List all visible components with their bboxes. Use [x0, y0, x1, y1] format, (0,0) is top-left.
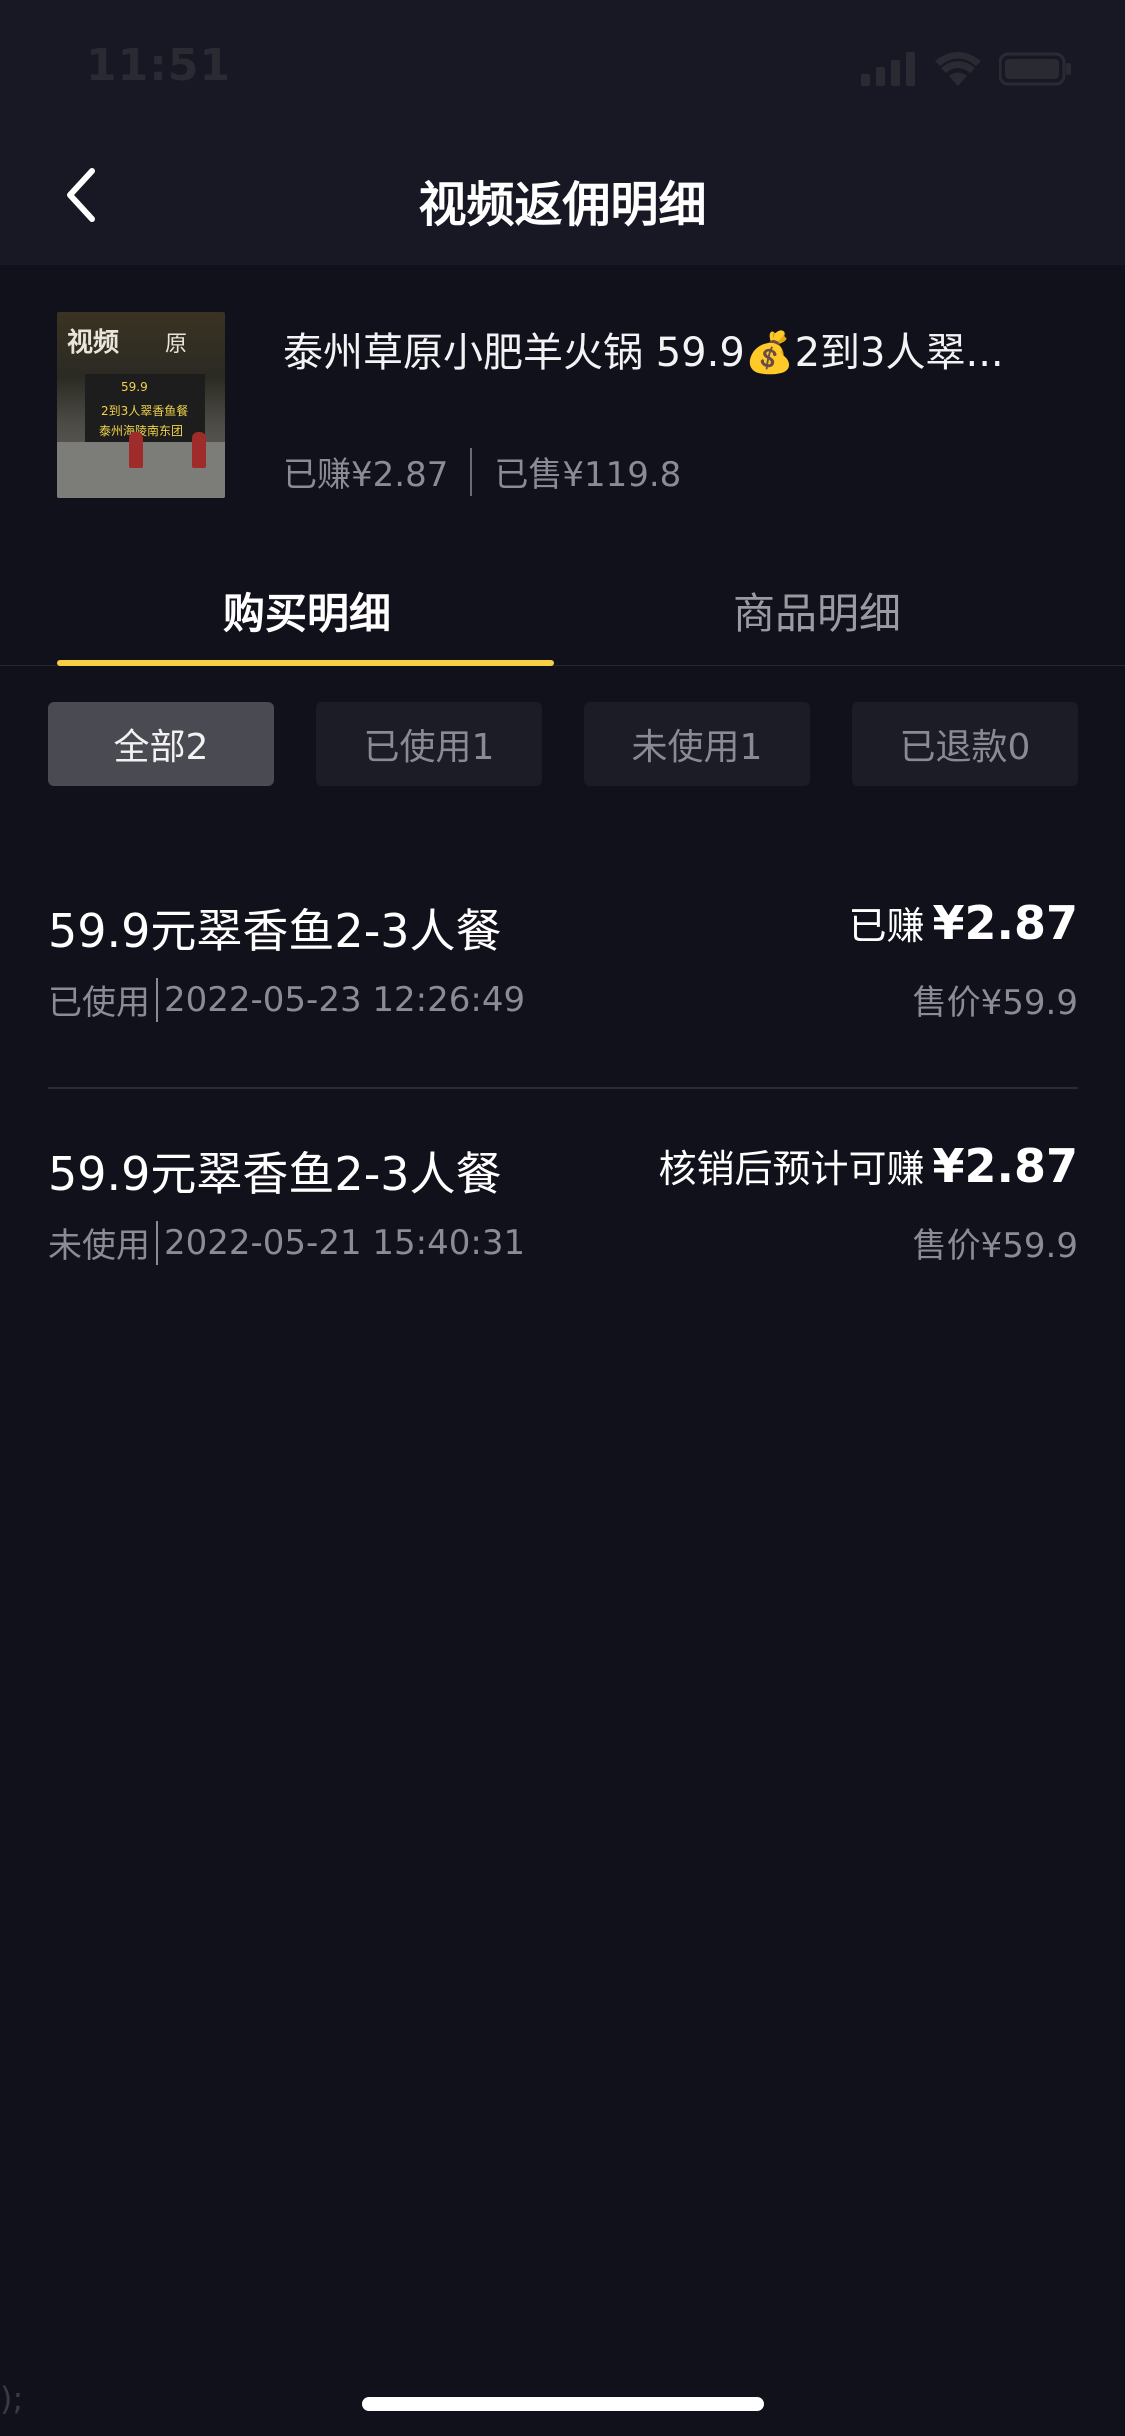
product-thumbnail[interactable]: 视频 原 59.9 2到3人翠香鱼餐 泰州海陵南东团 — [57, 312, 225, 498]
filter-refunded[interactable]: 已退款0 — [852, 702, 1078, 786]
edge-text: ); — [0, 2380, 24, 2418]
order-status: 未使用 — [48, 1226, 150, 1266]
thumb-person — [129, 432, 143, 468]
status-icons — [861, 52, 1073, 86]
product-stats: 已赚¥2.87 已售¥119.8 — [283, 447, 681, 496]
meta-separator — [156, 1220, 158, 1265]
tab-purchase-details[interactable]: 购买明细 — [57, 580, 557, 641]
meta-separator — [156, 977, 158, 1022]
order-datetime: 2022-05-21 15:40:31 — [164, 1222, 526, 1263]
tab-active-indicator — [57, 660, 554, 666]
order-status: 已使用 — [48, 983, 150, 1023]
order-meta: 未使用 2022-05-21 15:40:31 — [48, 1218, 525, 1267]
page-title: 视频返佣明细 — [418, 177, 707, 233]
status-time: 11:51 — [86, 40, 232, 91]
order-meta: 已使用 2022-05-23 12:26:49 — [48, 975, 525, 1024]
stats-divider — [470, 447, 473, 496]
sold-amount: 已售¥119.8 — [494, 455, 682, 495]
earn-label: 核销后预计可赚 — [658, 1147, 925, 1191]
wifi-icon — [935, 52, 981, 86]
thumb-sign-text: 2到3人翠香鱼餐 — [101, 404, 189, 418]
order-earnings: 核销后预计可赚 ¥2.87 — [658, 1138, 1078, 1193]
order-price: 售价¥59.9 — [912, 983, 1078, 1023]
order-earnings: 已赚 ¥2.87 — [848, 895, 1078, 950]
earn-value: ¥2.87 — [932, 896, 1078, 950]
battery-icon — [999, 52, 1071, 86]
top-header: 11:51 视频返佣明细 — [0, 0, 1125, 265]
order-name: 59.9元翠香鱼2-3人餐 — [48, 1147, 502, 1201]
earned-amount: 已赚¥2.87 — [283, 455, 449, 495]
signal-icon — [861, 52, 915, 86]
order-price: 售价¥59.9 — [912, 1226, 1078, 1266]
filter-used[interactable]: 已使用1 — [316, 702, 542, 786]
filter-chips: 全部2 已使用1 未使用1 已退款0 — [48, 702, 1078, 786]
row-divider — [48, 1087, 1078, 1089]
order-datetime: 2022-05-23 12:26:49 — [164, 979, 526, 1020]
earn-value: ¥2.87 — [932, 1139, 1078, 1193]
earn-label: 已赚 — [848, 904, 925, 948]
order-name: 59.9元翠香鱼2-3人餐 — [48, 904, 502, 958]
filter-all[interactable]: 全部2 — [48, 702, 274, 786]
filter-unused[interactable]: 未使用1 — [584, 702, 810, 786]
thumb-person — [192, 432, 206, 468]
product-title[interactable]: 泰州草原小肥羊火锅 59.9💰2到3人翠... — [283, 320, 1083, 378]
thumb-text: 原 — [165, 332, 188, 357]
home-indicator[interactable] — [362, 2397, 764, 2411]
tab-product-details[interactable]: 商品明细 — [567, 580, 1067, 641]
thumb-text: 视频 — [67, 328, 120, 358]
tab-bar: 购买明细 商品明细 — [0, 560, 1125, 666]
thumb-sign-text: 59.9 — [121, 380, 148, 394]
